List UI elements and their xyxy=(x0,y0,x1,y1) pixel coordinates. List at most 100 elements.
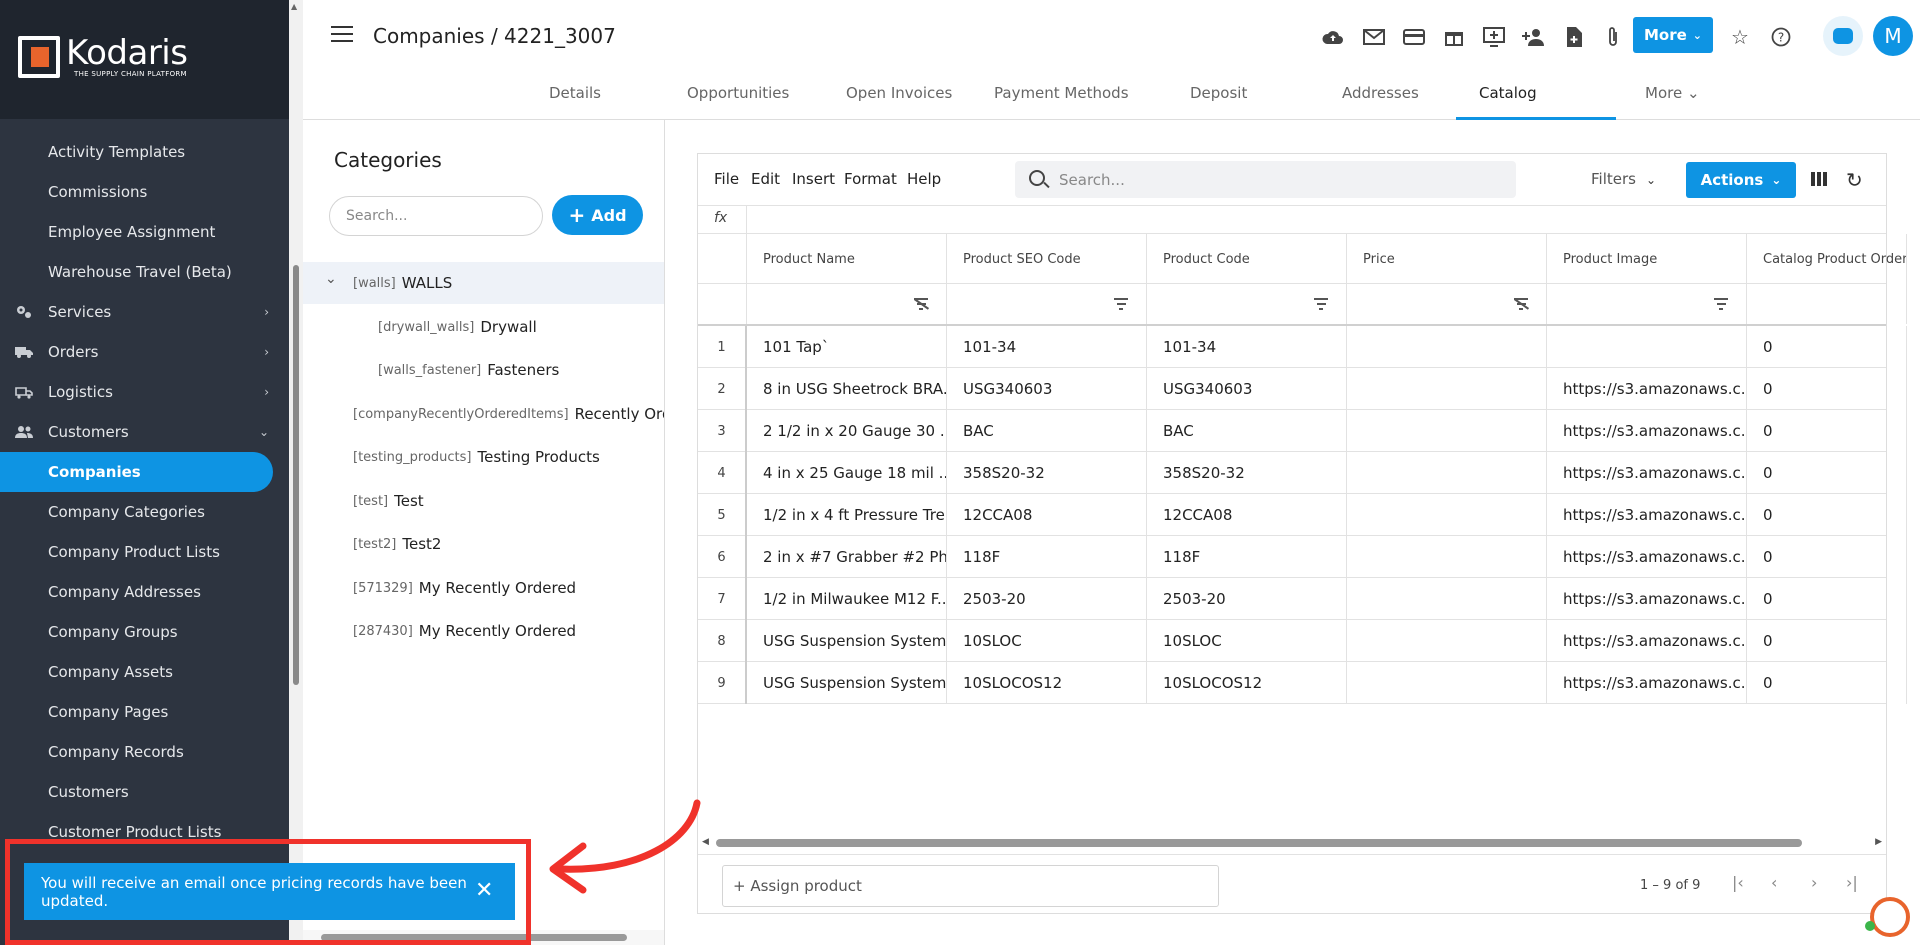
category-item[interactable]: ⌄ [walls] WALLS xyxy=(303,262,664,304)
next-page-icon[interactable]: › xyxy=(1811,873,1817,892)
table-row[interactable]: 8 USG Suspension System... 10SLOC 10SLOC htt… xyxy=(698,620,1907,662)
table-cell[interactable]: 10SLOCOS12 xyxy=(947,662,1147,704)
first-page-icon[interactable]: |‹ xyxy=(1732,873,1744,892)
table-cell[interactable]: 0 xyxy=(1747,578,1907,620)
logo[interactable]: Kodaris THE SUPPLY CHAIN PLATFORM xyxy=(0,0,289,119)
table-row[interactable]: 7 1/2 in Milwaukee M12 F... 2503-20 2503-20… xyxy=(698,578,1907,620)
column-header[interactable]: Product Code xyxy=(1147,234,1347,284)
table-cell[interactable]: 0 xyxy=(1747,536,1907,578)
table-cell[interactable]: https://s3.amazonaws.c... xyxy=(1547,410,1747,452)
table-cell[interactable]: 4 in x 25 Gauge 18 mil ... xyxy=(747,452,947,494)
table-cell[interactable]: 1/2 in Milwaukee M12 F... xyxy=(747,578,947,620)
grid-menu-help[interactable]: Help xyxy=(907,170,941,188)
filter-icon[interactable] xyxy=(1714,298,1728,310)
column-header[interactable]: Price xyxy=(1347,234,1547,284)
tab-payment-methods[interactable]: Payment Methods xyxy=(994,84,1129,102)
grid-menu-edit[interactable]: Edit xyxy=(751,170,780,188)
category-item[interactable]: [571329] My Recently Ordered xyxy=(303,567,664,609)
category-item[interactable]: [287430] My Recently Ordered xyxy=(303,610,664,652)
table-cell[interactable]: 358S20-32 xyxy=(1147,452,1347,494)
columns-icon[interactable] xyxy=(1811,170,1829,188)
table-cell[interactable]: 10SLOC xyxy=(1147,620,1347,662)
scroll-up-arrow-icon[interactable]: ▲ xyxy=(291,2,297,11)
table-cell[interactable]: 12CCA08 xyxy=(947,494,1147,536)
payment-card-icon[interactable] xyxy=(1401,24,1427,50)
table-cell[interactable] xyxy=(1347,620,1547,662)
filter-icon[interactable] xyxy=(1314,298,1328,310)
column-header[interactable]: Catalog Product Order xyxy=(1747,234,1907,284)
scroll-left-arrow-icon[interactable]: ◀ xyxy=(702,837,709,847)
grid-horizontal-scrollbar[interactable]: ◀ ▶ xyxy=(698,836,1886,850)
table-cell[interactable]: USG Suspension System... xyxy=(747,662,947,704)
grid-menu-insert[interactable]: Insert xyxy=(792,170,835,188)
column-header[interactable]: Product SEO Code xyxy=(947,234,1147,284)
chat-support-icon[interactable] xyxy=(1870,897,1910,937)
sidebar-item-employee-assignment[interactable]: Employee Assignment xyxy=(0,212,289,252)
table-row[interactable]: 5 1/2 in x 4 ft Pressure Tre... 12CCA08 12C… xyxy=(698,494,1907,536)
filter-cell[interactable] xyxy=(747,284,947,324)
grid-search-input[interactable]: Search... xyxy=(1015,161,1516,198)
tab-deposit[interactable]: Deposit xyxy=(1190,84,1247,102)
table-row[interactable]: 62 in x #7 Grabber #2 Phi... 118F 118F http… xyxy=(698,536,1907,578)
table-cell[interactable]: 101 Tap` xyxy=(747,326,947,368)
table-cell[interactable]: 0 xyxy=(1747,326,1907,368)
sidebar-scrollbar[interactable]: ▲ xyxy=(289,0,303,945)
table-row[interactable]: 28 in USG Sheetrock BRA... USG340603 USG34… xyxy=(698,368,1907,410)
table-cell[interactable]: 8 in USG Sheetrock BRA... xyxy=(747,368,947,410)
sidebar-item-company-addresses[interactable]: Company Addresses xyxy=(0,572,289,612)
table-row[interactable]: 9 USG Suspension System... 10SLOCOS12 10SLO… xyxy=(698,662,1907,704)
scroll-right-arrow-icon[interactable]: ▶ xyxy=(1875,837,1882,847)
table-cell[interactable]: 2 in x #7 Grabber #2 Phi... xyxy=(747,536,947,578)
star-icon[interactable]: ☆ xyxy=(1727,24,1753,50)
category-item[interactable]: [companyRecentlyOrderedItems] Recently Or… xyxy=(303,393,664,435)
table-cell[interactable]: 101-34 xyxy=(947,326,1147,368)
table-cell[interactable]: https://s3.amazonaws.c... xyxy=(1547,368,1747,410)
table-cell[interactable]: 0 xyxy=(1747,494,1907,536)
last-page-icon[interactable]: ›| xyxy=(1846,873,1858,892)
expand-chevron-icon[interactable]: ⌄ xyxy=(325,271,337,287)
help-icon[interactable]: ? xyxy=(1768,24,1794,50)
formula-bar[interactable]: fx xyxy=(698,206,1886,234)
sidebar-item-companies[interactable]: Companies xyxy=(0,452,273,492)
cloud-upload-icon[interactable] xyxy=(1320,24,1346,50)
add-person-icon[interactable] xyxy=(1521,24,1547,50)
table-cell[interactable] xyxy=(1347,452,1547,494)
filter-off-icon[interactable] xyxy=(1514,298,1528,310)
table-cell[interactable]: https://s3.amazonaws.c... xyxy=(1547,452,1747,494)
table-cell[interactable]: 12CCA08 xyxy=(1147,494,1347,536)
sidebar-item-company-product-lists[interactable]: Company Product Lists xyxy=(0,532,289,572)
scrollbar-thumb[interactable] xyxy=(293,265,299,685)
sidebar-item-activity-templates[interactable]: Activity Templates xyxy=(0,132,289,172)
sidebar-item-customers[interactable]: Customers ⌄ xyxy=(0,412,289,452)
table-cell[interactable] xyxy=(1347,662,1547,704)
user-avatar[interactable]: M xyxy=(1873,16,1913,56)
table-cell[interactable]: 2503-20 xyxy=(947,578,1147,620)
filter-icon[interactable] xyxy=(1114,298,1128,310)
table-cell[interactable]: https://s3.amazonaws.c... xyxy=(1547,578,1747,620)
sidebar-item-warehouse-travel-beta[interactable]: Warehouse Travel (Beta) xyxy=(0,252,289,292)
sidebar-item-commissions[interactable]: Commissions xyxy=(0,172,289,212)
category-item[interactable]: [testing_products] Testing Products xyxy=(303,436,664,478)
tab-opportunities[interactable]: Opportunities xyxy=(687,84,789,102)
table-cell[interactable]: 1/2 in x 4 ft Pressure Tre... xyxy=(747,494,947,536)
table-cell[interactable] xyxy=(1347,326,1547,368)
table-cell[interactable]: 10SLOC xyxy=(947,620,1147,662)
filter-cell[interactable] xyxy=(1747,284,1907,324)
table-cell[interactable]: https://s3.amazonaws.c... xyxy=(1547,494,1747,536)
table-cell[interactable]: https://s3.amazonaws.c... xyxy=(1547,536,1747,578)
table-row[interactable]: 1 101 Tap` 101-34 101-34 0 xyxy=(698,326,1907,368)
sidebar-item-orders[interactable]: Orders › xyxy=(0,332,289,372)
filter-cell[interactable] xyxy=(1347,284,1547,324)
close-icon[interactable]: ✕ xyxy=(475,880,493,902)
table-cell[interactable]: 0 xyxy=(1747,368,1907,410)
filters-dropdown[interactable]: Filters ⌄ xyxy=(1591,170,1656,188)
tab-details[interactable]: Details xyxy=(549,84,601,102)
sidebar-item-customers[interactable]: Customers xyxy=(0,772,289,812)
grid-menu-format[interactable]: Format xyxy=(844,170,897,188)
tab-open-invoices[interactable]: Open Invoices xyxy=(846,84,952,102)
previous-page-icon[interactable]: ‹ xyxy=(1771,873,1777,892)
table-cell[interactable]: 0 xyxy=(1747,620,1907,662)
table-cell[interactable]: 118F xyxy=(1147,536,1347,578)
table-cell[interactable]: 2 1/2 in x 20 Gauge 30 ... xyxy=(747,410,947,452)
attachment-icon[interactable] xyxy=(1600,24,1626,50)
